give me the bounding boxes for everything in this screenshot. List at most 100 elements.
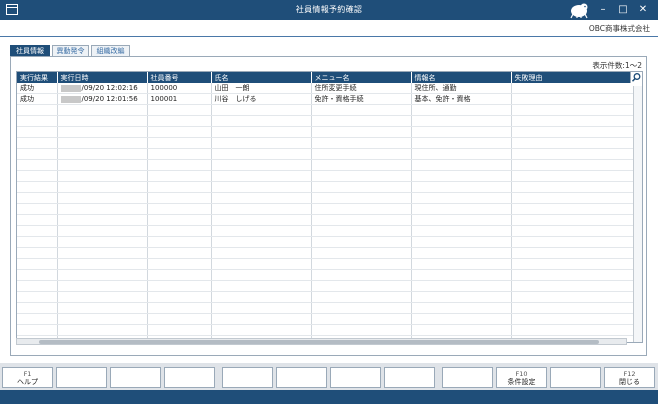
f5-button[interactable] xyxy=(222,367,273,388)
f4-button[interactable] xyxy=(164,367,215,388)
empty-cell xyxy=(211,247,312,259)
f10-key-number: F10 xyxy=(515,370,528,378)
empty-cell xyxy=(511,225,642,237)
empty-cell xyxy=(411,104,512,116)
empty-cell xyxy=(17,313,58,325)
empty-cell xyxy=(57,280,148,292)
empty-row xyxy=(17,269,642,281)
empty-cell xyxy=(17,192,58,204)
masked-year xyxy=(60,84,81,92)
grid-search-button[interactable] xyxy=(630,72,642,83)
empty-cell xyxy=(147,192,212,204)
vertical-scrollbar[interactable] xyxy=(633,86,642,342)
empty-row xyxy=(17,258,642,270)
empty-cell xyxy=(211,269,312,281)
f7-button[interactable] xyxy=(330,367,381,388)
empty-cell xyxy=(511,236,642,248)
empty-cell xyxy=(311,324,412,336)
empty-cell xyxy=(57,258,148,270)
column-header[interactable]: 社員番号 xyxy=(147,72,212,83)
minimize-button[interactable]: – xyxy=(594,2,612,18)
empty-row xyxy=(17,280,642,292)
empty-cell xyxy=(311,291,412,303)
empty-cell xyxy=(57,269,148,281)
empty-cell xyxy=(511,302,642,314)
empty-cell xyxy=(17,324,58,336)
tab-transfer[interactable]: 異動発令 xyxy=(52,45,89,56)
maximize-button[interactable]: □ xyxy=(614,2,632,18)
scrollbar-thumb[interactable] xyxy=(39,340,599,344)
empty-cell xyxy=(17,126,58,138)
empty-cell xyxy=(311,192,412,204)
empty-cell xyxy=(411,148,512,160)
empty-cell xyxy=(17,225,58,237)
empty-cell xyxy=(147,247,212,259)
empty-cell xyxy=(57,192,148,204)
table-row[interactable]: 成功 /09/20 12:02:16 100000 山田 一朗 住所変更手続 現… xyxy=(17,83,642,94)
empty-cell xyxy=(57,148,148,160)
table-row[interactable]: 成功 /09/20 12:01:56 100001 川谷 しげる 免許・資格手続… xyxy=(17,93,642,105)
cell-failure-reason xyxy=(511,93,642,105)
column-header[interactable]: 氏名 xyxy=(211,72,312,83)
empty-cell xyxy=(57,104,148,116)
empty-cell xyxy=(411,159,512,171)
f6-button[interactable] xyxy=(276,367,327,388)
empty-cell xyxy=(411,236,512,248)
empty-cell xyxy=(511,214,642,226)
f2-button[interactable] xyxy=(56,367,107,388)
empty-cell xyxy=(211,126,312,138)
empty-cell xyxy=(17,115,58,127)
cell-employee-number: 100001 xyxy=(147,93,212,105)
empty-cell xyxy=(311,214,412,226)
empty-cell xyxy=(211,148,312,160)
f9-button[interactable] xyxy=(442,367,493,388)
cell-name: 山田 一朗 xyxy=(211,83,312,94)
column-header[interactable]: 失敗理由 xyxy=(511,72,642,83)
results-panel: 表示件数:1～2 実行結果 実行日時 社員番号 氏名 メニュー名 情報名 失敗理… xyxy=(10,56,647,356)
f10-key-label: 条件設定 xyxy=(507,378,536,386)
empty-cell xyxy=(17,247,58,259)
empty-cell xyxy=(211,104,312,116)
empty-cell xyxy=(57,324,148,336)
cell-failure-reason xyxy=(511,83,642,94)
empty-cell xyxy=(511,192,642,204)
horizontal-scrollbar[interactable] xyxy=(16,338,627,345)
empty-cell xyxy=(17,170,58,182)
empty-cell xyxy=(311,225,412,237)
f11-button[interactable] xyxy=(550,367,601,388)
close-button[interactable]: ✕ xyxy=(634,2,652,18)
title-bar: 社員情報予約確認 – □ ✕ xyxy=(0,0,658,20)
empty-cell xyxy=(17,181,58,193)
f1-help-button[interactable]: F1 ヘルプ xyxy=(2,367,53,388)
empty-row xyxy=(17,302,642,314)
column-header[interactable]: 実行結果 xyxy=(17,72,58,83)
cell-result: 成功 xyxy=(17,93,58,105)
empty-cell xyxy=(311,170,412,182)
empty-cell xyxy=(411,214,512,226)
empty-cell xyxy=(411,313,512,325)
empty-cell xyxy=(147,181,212,193)
column-header[interactable]: 実行日時 xyxy=(57,72,148,83)
empty-cell xyxy=(147,324,212,336)
empty-cell xyxy=(211,115,312,127)
column-header[interactable]: 情報名 xyxy=(411,72,512,83)
f3-button[interactable] xyxy=(110,367,161,388)
f10-condition-button[interactable]: F10 条件設定 xyxy=(496,367,547,388)
column-header[interactable]: メニュー名 xyxy=(311,72,412,83)
tab-reorganization[interactable]: 組織改編 xyxy=(91,45,130,56)
empty-cell xyxy=(17,302,58,314)
empty-cell xyxy=(211,324,312,336)
empty-cell xyxy=(147,214,212,226)
f8-button[interactable] xyxy=(384,367,435,388)
f1-key-number: F1 xyxy=(23,370,32,378)
empty-cell xyxy=(211,280,312,292)
empty-row xyxy=(17,247,642,259)
f12-close-button[interactable]: F12 閉じる xyxy=(604,367,655,388)
empty-row xyxy=(17,324,642,336)
empty-cell xyxy=(411,247,512,259)
empty-cell xyxy=(511,126,642,138)
empty-row xyxy=(17,148,642,160)
empty-cell xyxy=(511,280,642,292)
empty-cell xyxy=(17,137,58,149)
empty-cell xyxy=(57,137,148,149)
